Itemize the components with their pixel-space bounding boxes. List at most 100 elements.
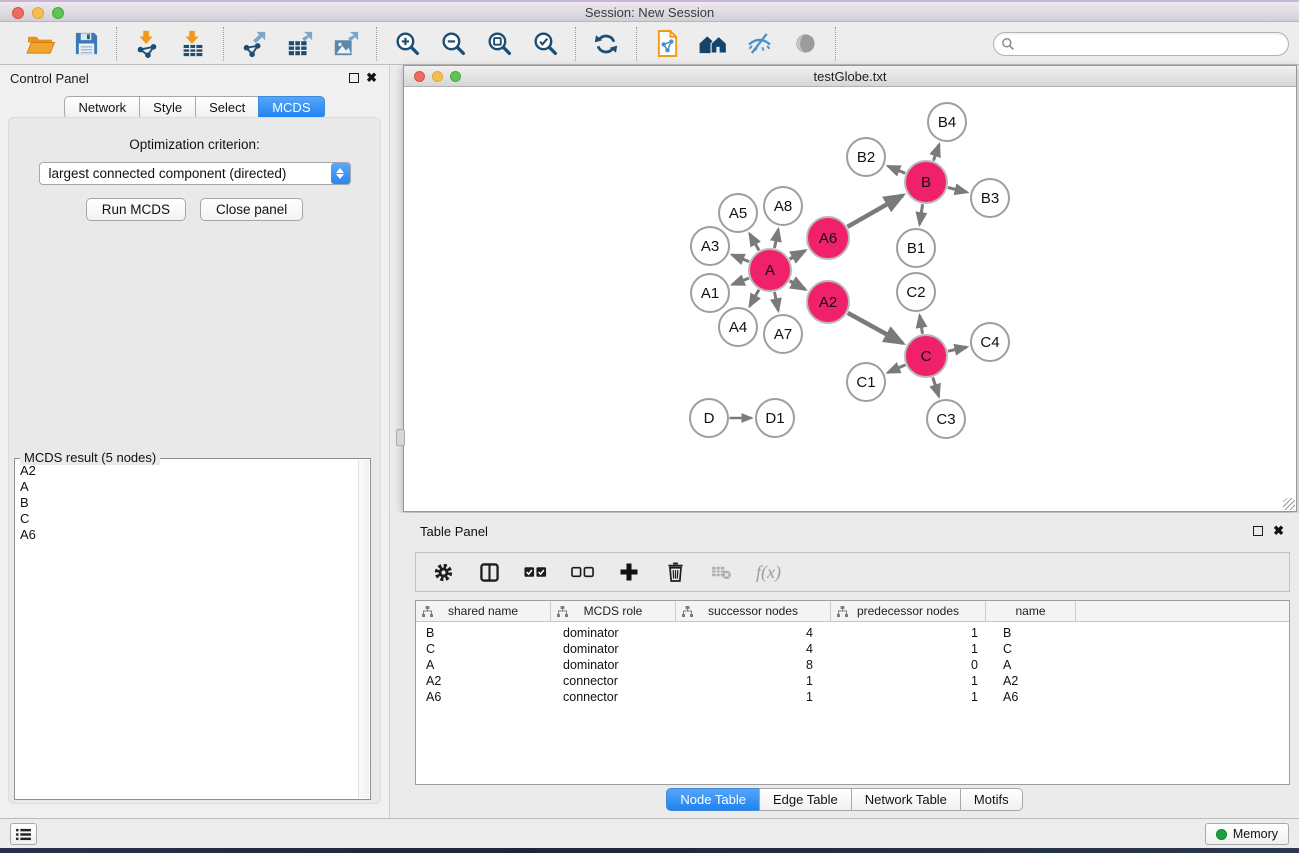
open-session-button[interactable] [24, 28, 56, 60]
vertical-splitter-handle[interactable] [396, 429, 405, 446]
table-row[interactable]: Cdominator41C [416, 641, 1289, 657]
node-table[interactable]: shared nameMCDS rolesuccessor nodesprede… [415, 600, 1290, 785]
float-panel-icon[interactable] [349, 73, 359, 83]
zoom-fit-button[interactable] [483, 28, 515, 60]
hide-selected-button[interactable] [743, 28, 775, 60]
edge-A-A2[interactable] [790, 281, 805, 289]
save-session-button[interactable] [70, 28, 102, 60]
tab-select[interactable]: Select [195, 96, 259, 119]
edge-A-A4[interactable] [750, 290, 759, 307]
table-row[interactable]: Bdominator41B [416, 625, 1289, 641]
graph-node-A3[interactable]: A3 [691, 227, 729, 265]
show-all-networks-button[interactable] [697, 28, 729, 60]
edge-C-C2[interactable] [920, 316, 923, 334]
graph-node-D1[interactable]: D1 [756, 399, 794, 437]
result-scrollbar[interactable] [358, 460, 369, 798]
column-header-successor-nodes[interactable]: successor nodes [676, 601, 831, 621]
edge-B-B1[interactable] [920, 204, 923, 224]
graph-node-A2[interactable]: A2 [807, 281, 849, 323]
task-history-button[interactable] [10, 823, 37, 845]
tab-style[interactable]: Style [139, 96, 196, 119]
show-hidden-button[interactable] [789, 28, 821, 60]
memory-button[interactable]: Memory [1205, 823, 1289, 845]
tab-network-table[interactable]: Network Table [851, 788, 961, 811]
run-mcds-button[interactable]: Run MCDS [86, 198, 186, 221]
graph-node-A[interactable]: A [749, 249, 791, 291]
column-header-MCDS-role[interactable]: MCDS role [551, 601, 676, 621]
optimization-criterion-select[interactable]: largest connected component (directed) [39, 162, 351, 185]
edge-A-A8[interactable] [775, 229, 779, 248]
graph-node-C1[interactable]: C1 [847, 363, 885, 401]
search-box[interactable] [993, 32, 1289, 56]
graph-node-B3[interactable]: B3 [971, 179, 1009, 217]
zoom-selected-button[interactable] [529, 28, 561, 60]
edge-C-C3[interactable] [933, 377, 939, 396]
graph-node-B4[interactable]: B4 [928, 103, 966, 141]
graph-node-C4[interactable]: C4 [971, 323, 1009, 361]
delete-column-button[interactable] [664, 559, 686, 585]
add-column-button[interactable] [618, 559, 640, 585]
edge-A-A3[interactable] [732, 255, 749, 262]
select-all-button[interactable] [524, 559, 547, 585]
graph-node-C3[interactable]: C3 [927, 400, 965, 438]
edge-B-B4[interactable] [933, 145, 939, 161]
result-item[interactable]: A [17, 479, 356, 495]
graph-node-A6[interactable]: A6 [807, 217, 849, 259]
tab-edge-table[interactable]: Edge Table [759, 788, 852, 811]
export-table-button[interactable] [284, 28, 316, 60]
edge-A-A6[interactable] [790, 251, 805, 259]
zoom-in-button[interactable] [391, 28, 423, 60]
network-canvas[interactable]: B4 B2 B B3 A8A5 A6 A3 B1 A C2 A1 A2 A4A7 C4 C C1 C3 D D1 [404, 88, 1296, 511]
graph-node-B1[interactable]: B1 [897, 229, 935, 267]
tab-motifs[interactable]: Motifs [960, 788, 1023, 811]
graph-node-A8[interactable]: A8 [764, 187, 802, 225]
graph-node-D[interactable]: D [690, 399, 728, 437]
table-row[interactable]: A2connector11A2 [416, 673, 1289, 689]
resize-corner-handle[interactable] [1283, 498, 1295, 510]
edge-A-A1[interactable] [732, 278, 749, 284]
column-header-predecessor-nodes[interactable]: predecessor nodes [831, 601, 986, 621]
import-table-button[interactable] [177, 28, 209, 60]
edge-A2-C[interactable] [848, 313, 903, 343]
edge-B-B3[interactable] [948, 188, 967, 193]
deselect-all-button[interactable] [571, 559, 594, 585]
show-columns-button[interactable] [478, 559, 500, 585]
refresh-layout-button[interactable] [590, 28, 622, 60]
edge-C-C4[interactable] [948, 347, 967, 351]
result-item[interactable]: A2 [17, 463, 356, 479]
tab-node-table[interactable]: Node Table [666, 788, 760, 811]
column-header-name[interactable]: name [986, 601, 1076, 621]
graph-node-A4[interactable]: A4 [719, 308, 757, 346]
table-row[interactable]: A6connector11A6 [416, 689, 1289, 705]
graph-node-B[interactable]: B [905, 161, 947, 203]
result-item[interactable]: C [17, 511, 356, 527]
export-image-button[interactable] [330, 28, 362, 60]
open-session-file-button[interactable] [651, 28, 683, 60]
graph-node-C2[interactable]: C2 [897, 273, 935, 311]
export-network-button[interactable] [238, 28, 270, 60]
import-network-button[interactable] [131, 28, 163, 60]
edge-A6-B[interactable] [848, 195, 903, 226]
search-input[interactable] [1015, 34, 1288, 54]
result-item[interactable]: B [17, 495, 356, 511]
table-mode-button[interactable] [432, 559, 454, 585]
table-row[interactable]: Adominator80A [416, 657, 1289, 673]
graph-node-A1[interactable]: A1 [691, 274, 729, 312]
zoom-out-button[interactable] [437, 28, 469, 60]
edge-C-C1[interactable] [888, 365, 906, 373]
edge-A-A5[interactable] [750, 234, 759, 251]
graph-node-A7[interactable]: A7 [764, 315, 802, 353]
edge-B-B2[interactable] [888, 166, 905, 173]
tab-network[interactable]: Network [64, 96, 140, 119]
close-panel-icon[interactable]: ✖ [366, 70, 377, 86]
edge-A-A7[interactable] [775, 292, 779, 311]
table-float-panel-icon[interactable] [1253, 526, 1263, 536]
tab-mcds[interactable]: MCDS [258, 96, 324, 119]
column-header-shared-name[interactable]: shared name [416, 601, 551, 621]
graph-node-A5[interactable]: A5 [719, 194, 757, 232]
graph-node-B2[interactable]: B2 [847, 138, 885, 176]
graph-node-C[interactable]: C [905, 335, 947, 377]
result-item[interactable]: A6 [17, 527, 356, 543]
table-close-panel-icon[interactable]: ✖ [1273, 523, 1284, 539]
close-panel-button[interactable]: Close panel [200, 198, 303, 221]
